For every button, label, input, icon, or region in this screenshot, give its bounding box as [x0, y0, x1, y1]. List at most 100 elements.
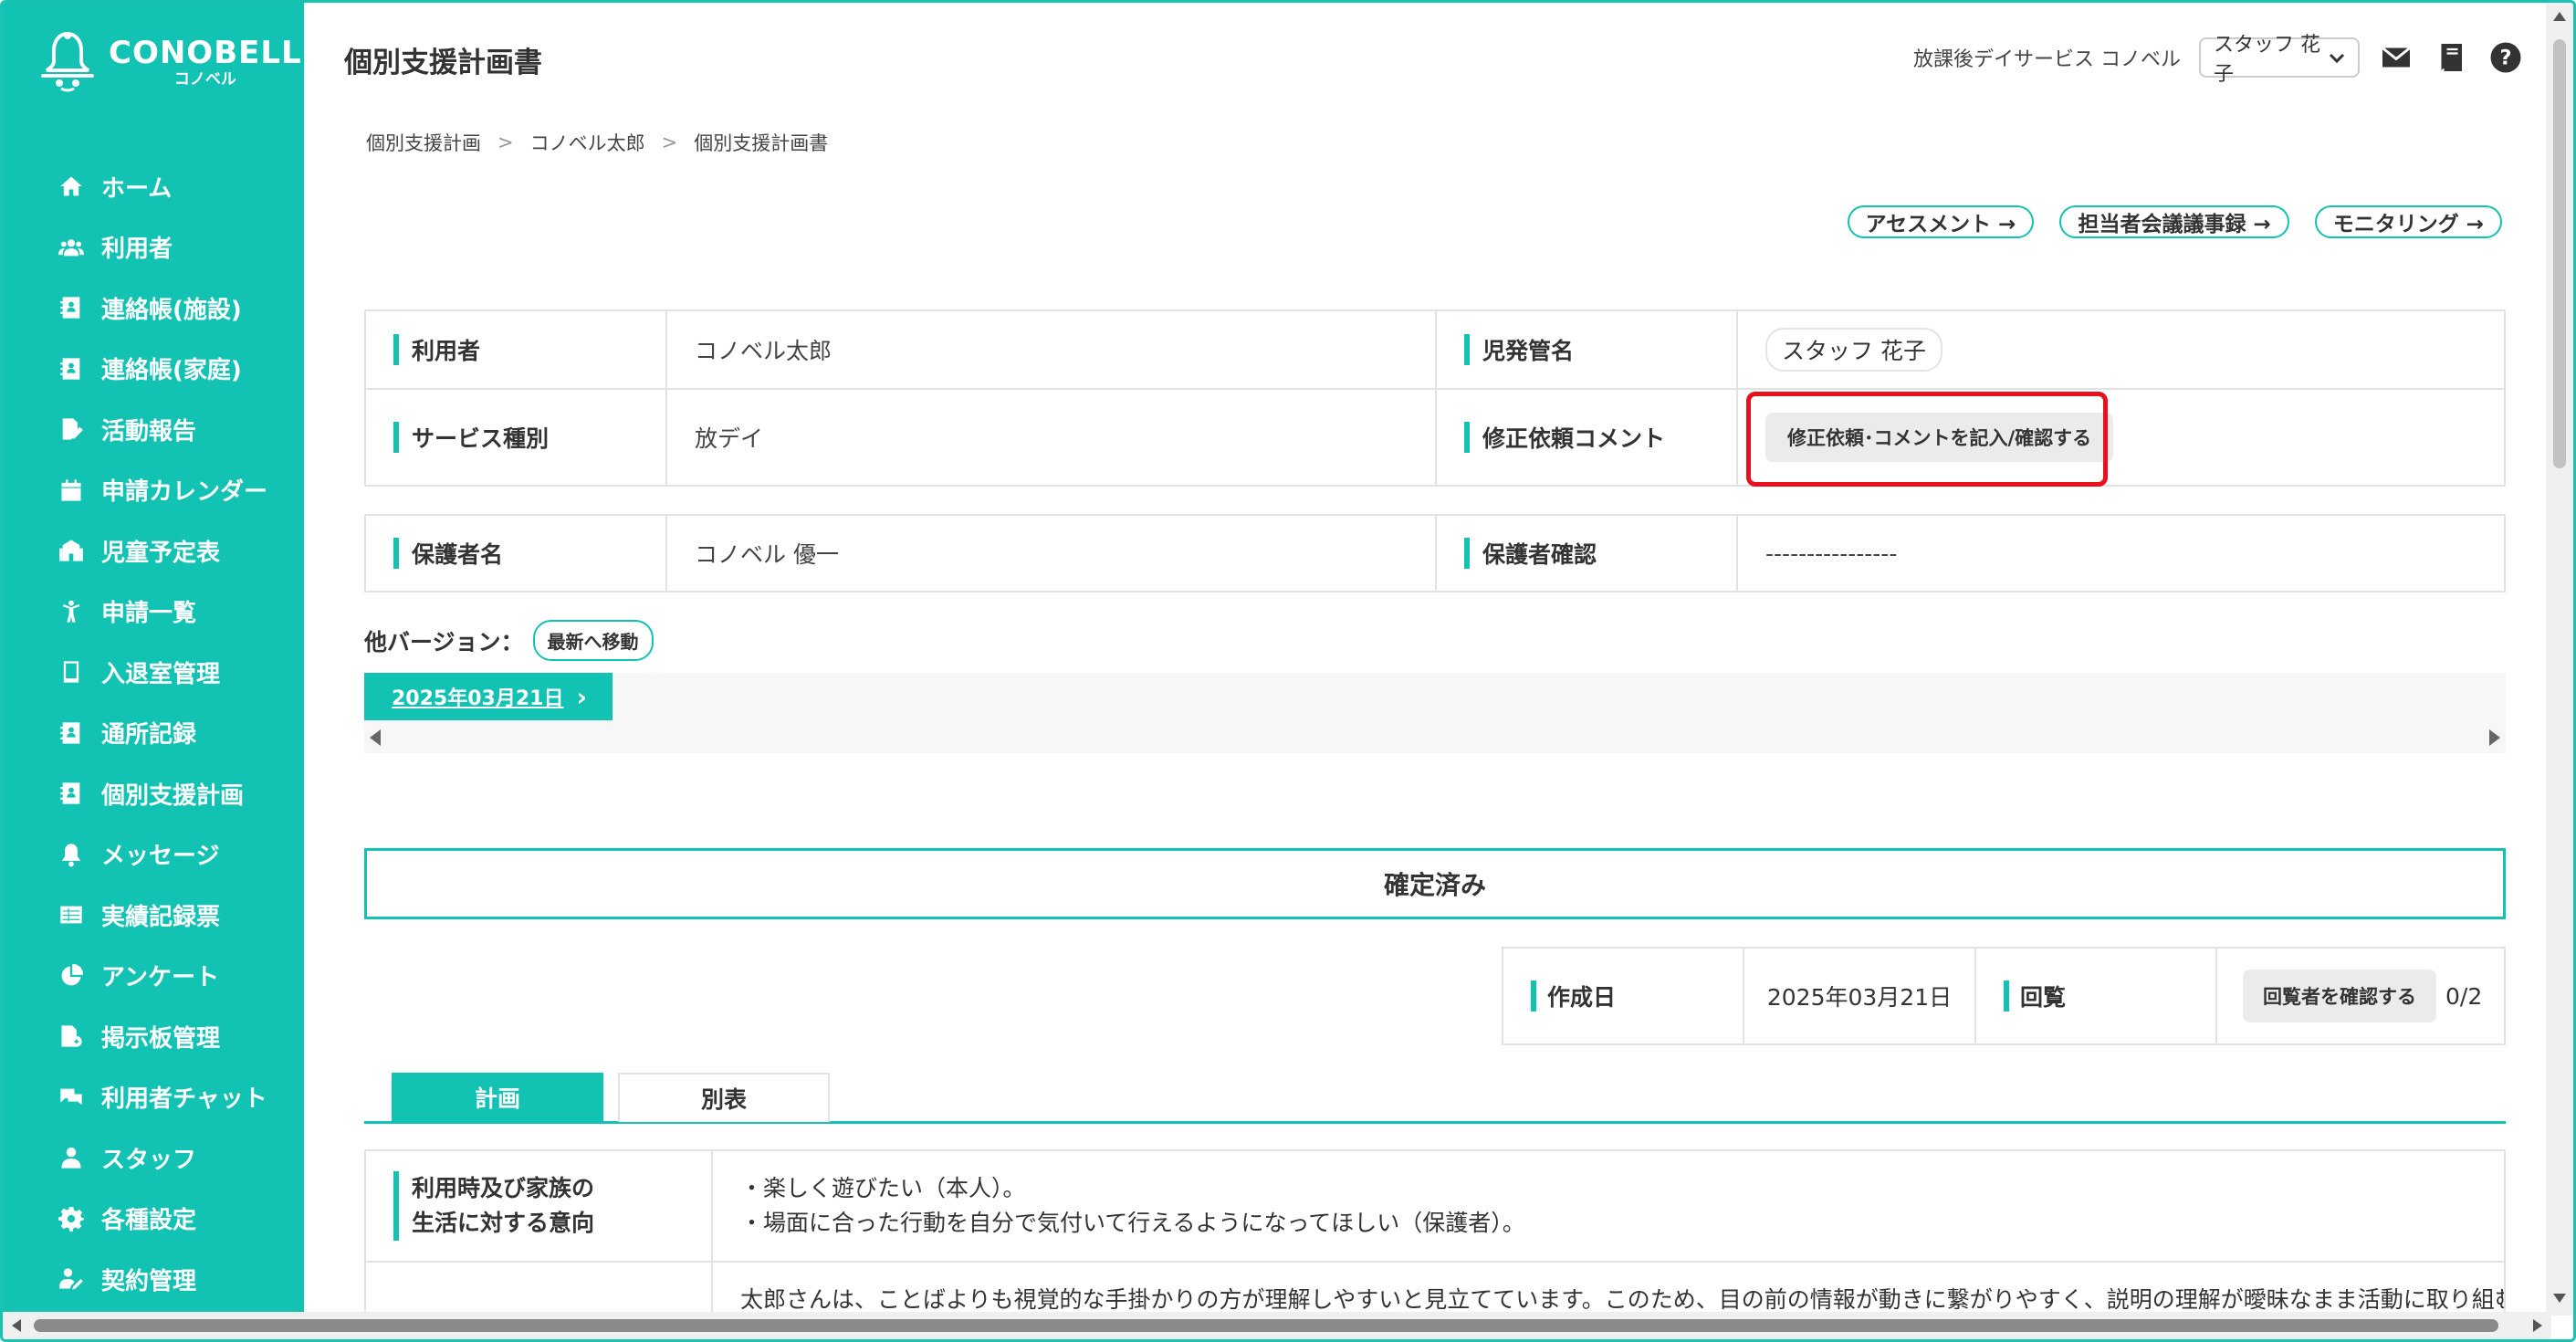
highlight-annotation: [1746, 392, 2108, 487]
sidebar-item-performance-record[interactable]: 実績記録票: [3, 885, 304, 946]
breadcrumb-item[interactable]: 個別支援計画: [366, 129, 481, 156]
help-icon[interactable]: ?: [2487, 39, 2524, 76]
tab-appendix[interactable]: 別表: [618, 1073, 830, 1122]
circulation-cell: 回覧者を確認する 0/2: [2217, 949, 2504, 1043]
sidebar-item-label: アンケート: [101, 964, 219, 992]
report-edit-icon: [58, 415, 85, 443]
manager-cell: スタッフ 花子: [1738, 311, 2504, 388]
version-label: 他バージョン：: [364, 628, 524, 655]
contact-book-icon: [58, 355, 85, 383]
page-title: 個別支援計画書: [344, 47, 542, 79]
sidebar-item-activity-report[interactable]: 活動報告: [3, 399, 304, 460]
plan-label-line: 生活に対する意向: [412, 1210, 595, 1236]
pie-chart-icon: [58, 962, 85, 990]
sidebar-item-label: 申請一覧: [101, 600, 197, 628]
logo-subtext: コノベル: [173, 69, 236, 89]
sidebar-item-contact-facility[interactable]: 連絡帳(施設): [3, 278, 304, 339]
latest-version-button[interactable]: 最新へ移動: [532, 620, 654, 661]
meta-table: 作成日 2025年03月21日 回覧 回覧者を確認する 0/2: [1502, 947, 2506, 1045]
monitoring-link[interactable]: モニタリング →: [2314, 205, 2502, 238]
chevron-right-icon: >: [497, 131, 514, 153]
staff-select[interactable]: スタッフ 花子: [2199, 34, 2360, 86]
plan-row: 利用時及び家族の 生活に対する意向 ・楽しく遊びたい（本人）。 ・場面に合った行…: [366, 1151, 2504, 1263]
breadcrumb-item[interactable]: コノベル太郎: [530, 129, 645, 156]
info-row: サービス種別 放デイ 修正依頼コメント 修正依頼･コメントを記入/確認する: [366, 390, 2504, 485]
sidebar-item-messages[interactable]: メッセージ: [3, 824, 304, 886]
created-value: 2025年03月21日: [1744, 949, 1976, 1043]
sidebar-item-request-list[interactable]: 申請一覧: [3, 582, 304, 643]
plan-label-line: 利用時及び家族の: [412, 1175, 595, 1201]
app-logo[interactable]: CONOBELL コノベル: [39, 30, 302, 94]
sidebar-item-label: スタッフ: [101, 1146, 197, 1174]
sidebar-item-label: 利用者: [101, 236, 173, 264]
guardian-info-table: 保護者名 コノベル 優一 保護者確認 ----------------: [364, 514, 2506, 592]
sidebar: CONOBELL コノベル ホーム 利用者 連絡帳(施設) 連絡帳(家庭) 活動…: [3, 3, 304, 1316]
chevron-right-icon: >: [661, 131, 678, 153]
scroll-right-icon[interactable]: [2533, 1319, 2542, 1332]
sidebar-item-bulletin[interactable]: 掲示板管理: [3, 1006, 304, 1067]
facility-name: 放課後デイサービス コノベル: [1913, 48, 2181, 71]
sidebar-item-staff[interactable]: スタッフ: [3, 1127, 304, 1189]
related-links: アセスメント → 担当者会議議事録 → モニタリング →: [1847, 205, 2502, 238]
horizontal-scroll-thumb[interactable]: [34, 1319, 2498, 1332]
meeting-minutes-link[interactable]: 担当者会議議事録 →: [2059, 205, 2289, 238]
staff-select-value: スタッフ 花子: [2214, 34, 2320, 86]
manual-book-icon[interactable]: [2433, 39, 2469, 76]
user-value: コノベル太郎: [667, 311, 1437, 388]
sidebar-item-contract[interactable]: 契約管理: [3, 1249, 304, 1310]
calendar-icon: [58, 477, 85, 504]
scroll-left-icon[interactable]: [12, 1319, 21, 1332]
tab-plan[interactable]: 計画: [392, 1073, 603, 1122]
tablet-icon: [58, 658, 85, 686]
breadcrumb-item: 個別支援計画書: [694, 132, 829, 154]
sidebar-item-attendance-record[interactable]: 通所記録: [3, 703, 304, 764]
vertical-scrollbar[interactable]: [2546, 3, 2573, 1316]
sidebar-item-label: 個別支援計画: [101, 781, 245, 810]
sidebar-item-child-schedule[interactable]: 児童予定表: [3, 520, 304, 582]
sidebar-item-users[interactable]: 利用者: [3, 217, 304, 278]
scroll-left-icon[interactable]: [370, 729, 381, 746]
assessment-link[interactable]: アセスメント →: [1847, 205, 2035, 238]
sidebar-item-label: 申請カレンダー: [101, 478, 268, 507]
svg-text:?: ?: [2499, 47, 2511, 70]
info-row: 保護者名 コノベル 優一 保護者確認 ----------------: [366, 516, 2504, 591]
sidebar-item-contact-home[interactable]: 連絡帳(家庭): [3, 339, 304, 400]
header-tools: 放課後デイサービス コノベル スタッフ 花子 ?: [1913, 34, 2524, 86]
sidebar-item-label: 活動報告: [101, 417, 197, 446]
sidebar-item-label: 通所記録: [101, 721, 197, 750]
bell-icon: [58, 841, 85, 868]
school-icon: [58, 537, 85, 564]
sidebar-item-entry-exit[interactable]: 入退室管理: [3, 642, 304, 703]
version-tab[interactable]: 2025年03月21日 ›: [364, 673, 613, 720]
plan-info-table: 利用者 コノベル太郎 児発管名 スタッフ 花子 サービス種別 放デイ 修正依頼コ…: [364, 309, 2506, 487]
sidebar-item-home[interactable]: ホーム: [3, 156, 304, 217]
status-banner: 確定済み: [364, 848, 2506, 919]
check-viewers-button[interactable]: 回覧者を確認する: [2243, 970, 2436, 1022]
mail-icon[interactable]: [2378, 39, 2414, 76]
sidebar-item-support-plan[interactable]: 個別支援計画: [3, 763, 304, 824]
info-row: 利用者 コノベル太郎 児発管名 スタッフ 花子: [366, 311, 2504, 390]
service-label: サービス種別: [366, 390, 667, 485]
bulletin-icon: [58, 1022, 85, 1050]
vertical-scroll-thumb[interactable]: [2553, 39, 2566, 468]
sidebar-item-label: 入退室管理: [101, 660, 221, 688]
manager-label: 児発管名: [1437, 311, 1738, 388]
scroll-up-icon[interactable]: [2553, 12, 2566, 21]
sidebar-item-request-calendar[interactable]: 申請カレンダー: [3, 460, 304, 521]
users-icon: [58, 234, 85, 261]
contact-book-icon: [58, 780, 85, 807]
guardian-label: 保護者名: [366, 516, 667, 591]
table-icon: [58, 901, 85, 928]
sidebar-item-settings[interactable]: 各種設定: [3, 1189, 304, 1250]
scroll-right-icon[interactable]: [2489, 729, 2500, 746]
plan-row-value: ・楽しく遊びたい（本人）。 ・場面に合った行動を自分で気付いて行えるようになって…: [713, 1151, 2504, 1261]
horizontal-scrollbar[interactable]: [3, 1312, 2551, 1339]
sidebar-item-user-chat[interactable]: 利用者チャット: [3, 1067, 304, 1128]
circulation-label: 回覧: [1976, 949, 2217, 1043]
scroll-down-icon[interactable]: [2553, 1294, 2566, 1303]
breadcrumb: 個別支援計画 > コノベル太郎 > 個別支援計画書: [366, 129, 828, 156]
sidebar-item-survey[interactable]: アンケート: [3, 946, 304, 1007]
guardian-confirm-value: ----------------: [1765, 540, 1898, 567]
sidebar-item-label: 実績記録票: [101, 903, 221, 931]
sidebar-item-label: 契約管理: [101, 1267, 197, 1295]
